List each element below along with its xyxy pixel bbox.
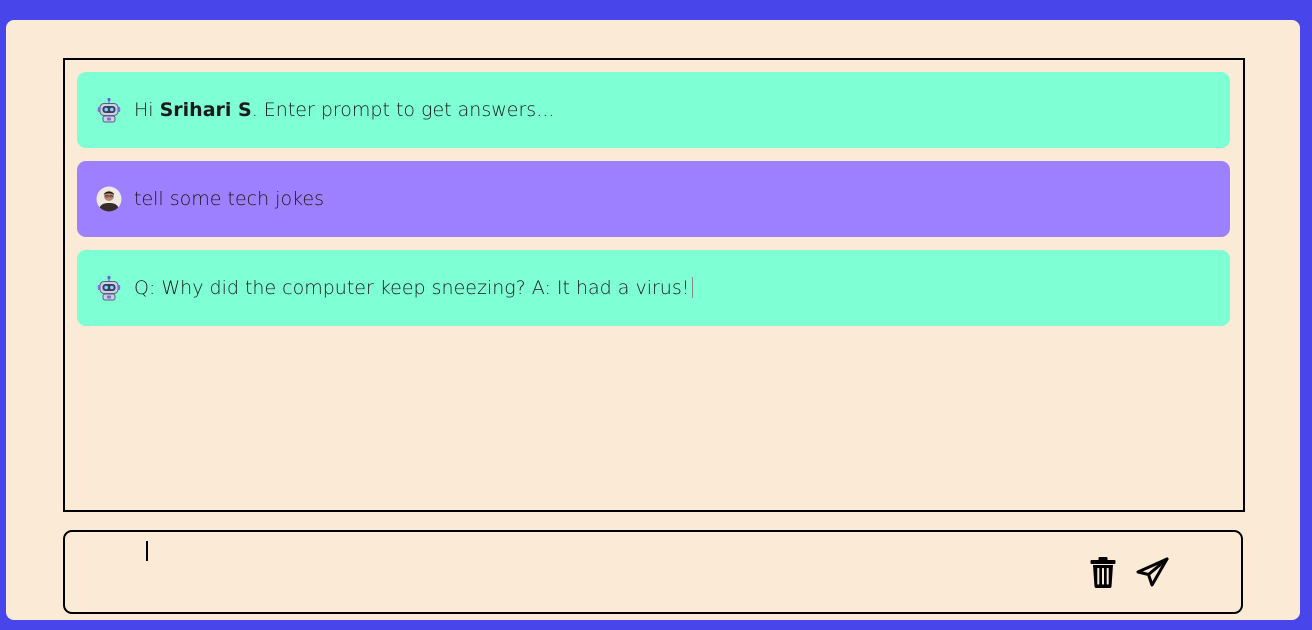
user-name: Srihari S <box>159 99 252 121</box>
user-avatar <box>96 186 122 212</box>
clear-chat-button[interactable] <box>1086 554 1120 590</box>
robot-icon <box>96 97 122 123</box>
bot-message: Q: Why did the computer keep sneezing? A… <box>77 250 1230 326</box>
send-button[interactable] <box>1136 554 1170 590</box>
chat-history[interactable]: Hi Srihari S. Enter prompt to get answer… <box>63 58 1245 512</box>
message-text: Q: Why did the computer keep sneezing? A… <box>134 277 694 299</box>
prompt-bar <box>63 530 1243 614</box>
user-message: tell some tech jokes <box>77 161 1230 237</box>
text-cursor <box>146 541 148 561</box>
trash-icon <box>1089 556 1117 588</box>
message-text: tell some tech jokes <box>134 188 324 210</box>
prompt-input[interactable] <box>145 538 1069 570</box>
bot-message: Hi Srihari S. Enter prompt to get answer… <box>77 72 1230 148</box>
send-icon <box>1136 557 1170 587</box>
typing-cursor <box>692 277 694 298</box>
robot-icon <box>96 275 122 301</box>
message-text: Hi Srihari S. Enter prompt to get answer… <box>134 99 555 121</box>
app-panel: Hi Srihari S. Enter prompt to get answer… <box>6 20 1300 620</box>
